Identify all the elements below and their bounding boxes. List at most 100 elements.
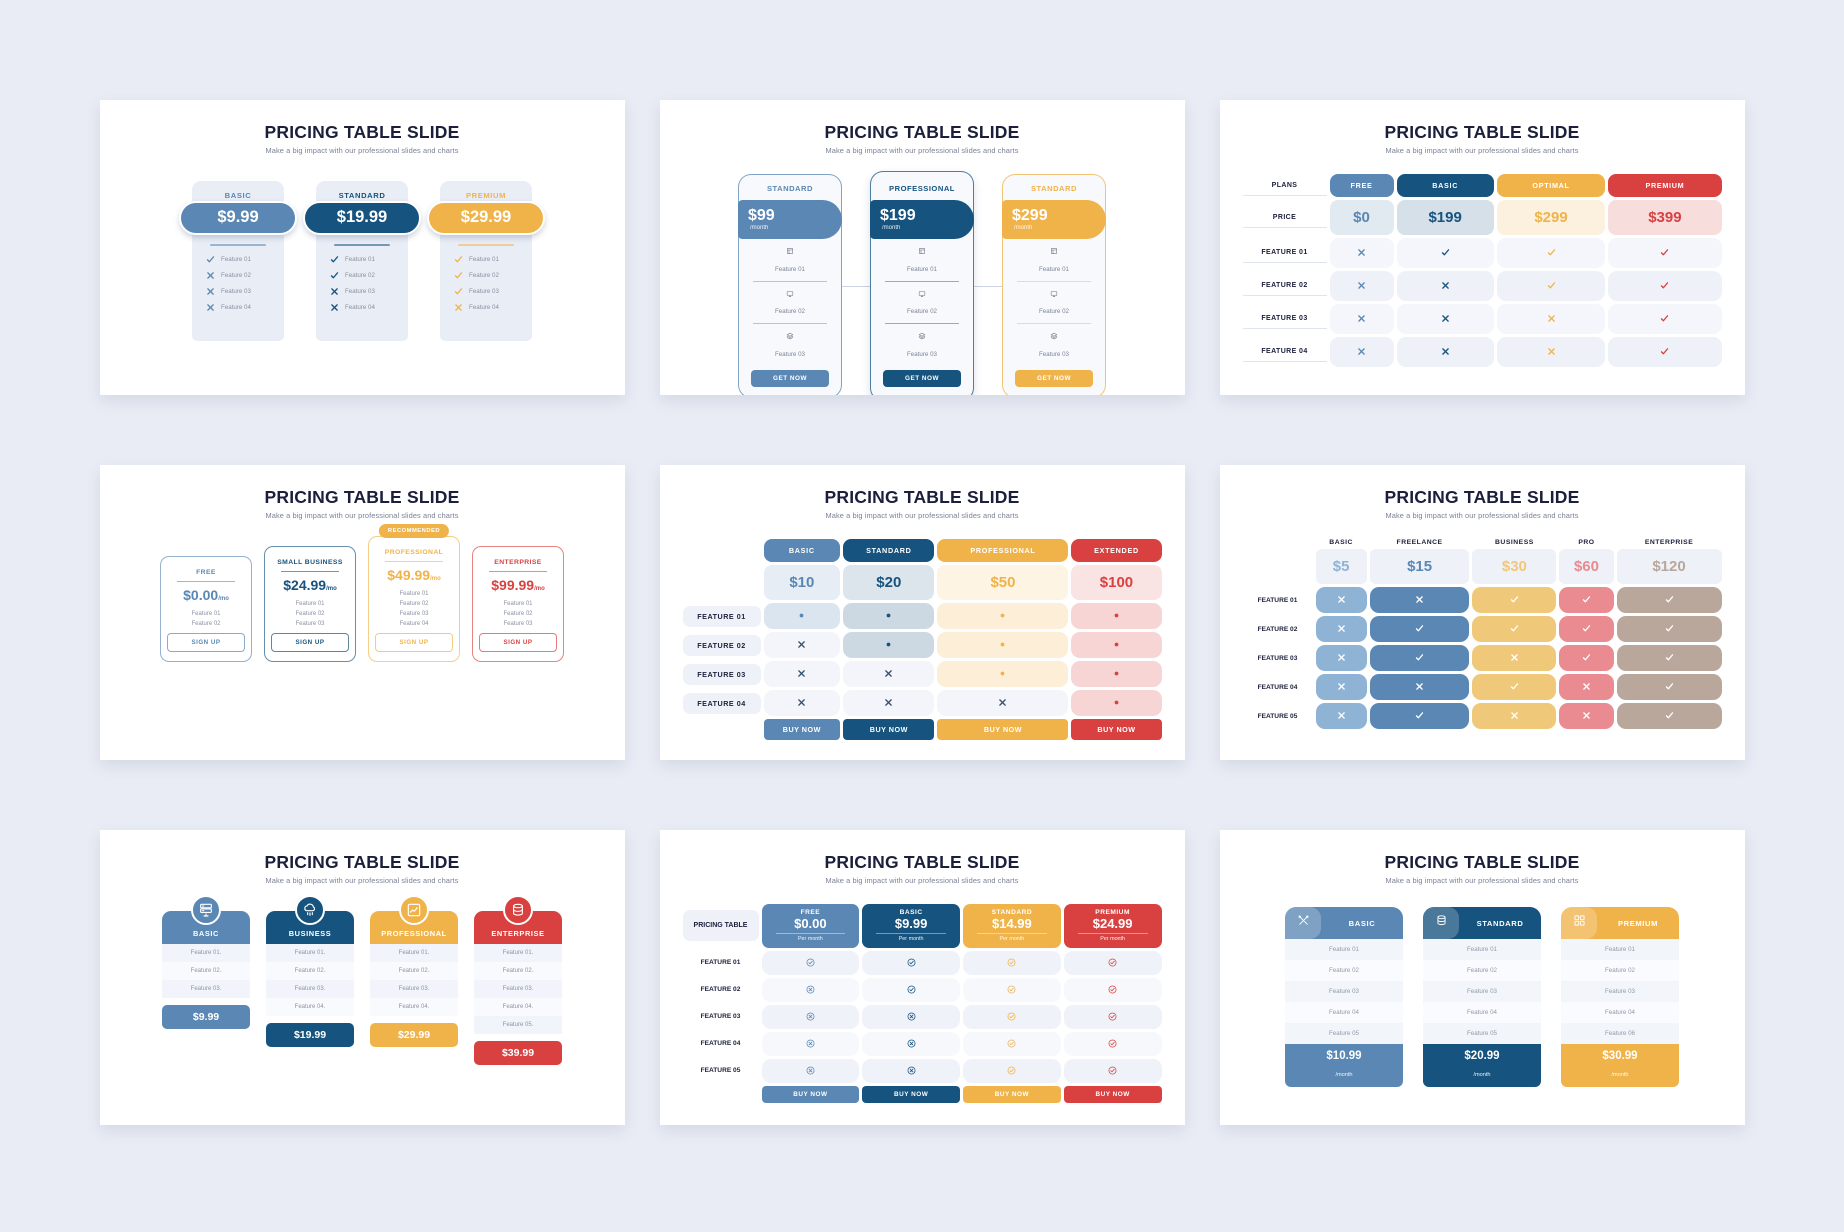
row-label: FEATURE 02 <box>682 634 761 656</box>
column-header[interactable]: FREE <box>1329 174 1394 197</box>
buy-now-button[interactable]: BUY NOW <box>1071 719 1162 740</box>
sign-up-button[interactable]: SIGN UP <box>375 633 453 652</box>
buy-now-button[interactable]: BUY NOW <box>937 719 1069 740</box>
pricing-card[interactable]: FREE $0.00/mo Feature 01 Feature 02 SIGN UP <box>160 556 252 662</box>
column-header[interactable]: FREE $0.00 Per month <box>761 904 860 948</box>
pricing-card[interactable]: PREMIUM Feature 01 Feature 02 Feature 03 Fea… <box>1561 907 1679 1087</box>
buy-now-button[interactable]: BUY NOW <box>843 719 935 740</box>
pricing-card[interactable]: PREMIUM Feature 01 Feature 02 Feature 03 Fea… <box>427 171 545 341</box>
slide-2[interactable]: PRICING TABLE SLIDE Make a big impact wit… <box>659 100 1185 395</box>
corner-label: PRICING TABLE <box>682 910 759 942</box>
pricing-card[interactable]: BUSINESS Feature 01. Feature 02. Feature 03… <box>266 895 354 1047</box>
price-period: /month <box>882 225 901 231</box>
feature-label: Feature 02 <box>1423 960 1541 981</box>
plan-row: BASIC Feature 01. Feature 02. Feature 03. $9… <box>120 895 605 1065</box>
column-header[interactable]: PREMIUM $24.99 Per month <box>1063 904 1162 948</box>
feature-label: Feature 02 <box>1561 960 1679 981</box>
column-header[interactable]: BASIC $9.99 Per month <box>862 904 960 948</box>
buy-now-button[interactable]: BUY NOW <box>963 1085 1061 1103</box>
column-header[interactable]: PREMIUM <box>1608 174 1722 197</box>
pricing-card[interactable]: STANDARD $299/month Feature 01 Feature 02 Fe… <box>1002 174 1106 395</box>
row-label: FEATURE 01 <box>700 959 741 967</box>
slide-9[interactable]: PRICING TABLE SLIDE Make a big impact wit… <box>1219 830 1745 1125</box>
price-badge[interactable]: $10.99/month <box>1285 1044 1403 1087</box>
get-now-button[interactable]: GET NOW <box>1015 370 1093 388</box>
slide-1[interactable]: PRICING TABLE SLIDE Make a big impact wit… <box>99 100 625 395</box>
slide-8[interactable]: PRICING TABLE SLIDE Make a big impact wit… <box>659 830 1185 1125</box>
mark-cell <box>1071 632 1162 658</box>
check-icon <box>1415 712 1424 719</box>
pricing-card[interactable]: BASIC Feature 01. Feature 02. Feature 03. $9… <box>162 895 250 1029</box>
table-row: FEATURE 01 <box>682 603 1162 629</box>
sign-up-button[interactable]: SIGN UP <box>479 633 557 652</box>
get-now-button[interactable]: GET NOW <box>883 370 961 388</box>
page-title: PRICING TABLE SLIDE <box>824 487 1020 507</box>
price-badge[interactable]: $30.99/month <box>1561 1044 1679 1087</box>
check-icon <box>1415 654 1424 661</box>
price-badge[interactable]: $19.99 <box>303 201 421 235</box>
column-header[interactable]: BASIC <box>763 539 841 562</box>
price-badge[interactable]: $29.99 <box>370 1023 458 1047</box>
column-header[interactable]: BASIC <box>1396 174 1494 197</box>
price-badge[interactable]: $39.99 <box>474 1041 562 1065</box>
feature-label: Feature 04. <box>266 998 354 1016</box>
table-row: BASIC STANDARD PROFESSIONAL EXTENDED <box>683 539 1162 562</box>
price-badge[interactable]: $9.99 <box>162 1005 250 1029</box>
pricing-card[interactable]: PROFESSIONAL Feature 01. Feature 02. Featur… <box>370 895 458 1047</box>
buy-now-button[interactable]: BUY NOW <box>761 1085 860 1103</box>
column-header[interactable]: OPTIMAL <box>1496 174 1606 197</box>
pricing-card[interactable]: STANDARD Feature 01 Feature 02 Feature 03 Fe… <box>303 171 421 341</box>
server-icon <box>200 903 212 917</box>
price-badge[interactable]: $29.99 <box>427 201 545 235</box>
mark-cell <box>1369 674 1470 700</box>
pricing-card[interactable]: STANDARD Feature 01 Feature 02 Feature 03 Fe… <box>1423 907 1541 1087</box>
pricing-card[interactable]: RECOMMENDED PROFESSIONAL $49.99/mo Feature … <box>368 524 460 662</box>
feature-glyph-icon <box>879 332 965 343</box>
get-now-button[interactable]: GET NOW <box>751 370 829 388</box>
mark-cell <box>937 632 1069 658</box>
cross-icon <box>1358 348 1365 355</box>
feature-label: Feature 04 <box>221 304 251 311</box>
price-badge[interactable]: $9.99 <box>179 201 297 235</box>
pricing-card[interactable]: STANDARD $99/month Feature 01 Feature 02 Fea… <box>738 174 842 395</box>
mark-cell <box>1472 703 1557 729</box>
price-period: /mo <box>326 586 337 592</box>
page-subtitle: Make a big impact with our professional … <box>1385 146 1579 155</box>
sign-up-button[interactable]: SIGN UP <box>271 633 349 652</box>
column-header[interactable]: EXTENDED <box>1071 539 1162 562</box>
sign-up-button[interactable]: SIGN UP <box>167 633 245 652</box>
buy-now-button[interactable]: BUY NOW <box>1063 1085 1162 1103</box>
slide-4[interactable]: PRICING TABLE SLIDE Make a big impact wit… <box>99 465 625 760</box>
pricing-card[interactable]: BASIC Feature 01 Feature 02 Feature 03 Featu… <box>179 171 297 341</box>
page-subtitle: Make a big impact with our professional … <box>265 876 459 885</box>
price-badge[interactable]: $20.99/month <box>1423 1044 1541 1087</box>
column-header[interactable]: PROFESSIONAL <box>937 539 1069 562</box>
price-cell: $20 <box>843 565 935 600</box>
check-circle-icon <box>1007 985 1016 994</box>
slide-deck: PRICING TABLE SLIDE Make a big impact wit… <box>0 0 1844 1232</box>
mark-cell <box>937 661 1069 687</box>
pricing-card[interactable]: BASIC Feature 01 Feature 02 Feature 03 Featu… <box>1285 907 1403 1087</box>
page-title: PRICING TABLE SLIDE <box>1384 122 1580 142</box>
buy-now-button[interactable]: BUY NOW <box>763 719 841 740</box>
pricing-card[interactable]: PROFESSIONAL $199/month Feature 01 Feature … <box>870 171 974 395</box>
feature-item: Feature 02 <box>206 271 278 280</box>
column-header[interactable]: STANDARD <box>843 539 935 562</box>
pricing-card[interactable]: SMALL BUSINESS $24.99/mo Feature 01 Feature… <box>264 546 356 662</box>
price-amount: $199 <box>880 207 916 224</box>
slide-6[interactable]: PRICING TABLE SLIDE Make a big impact wit… <box>1219 465 1745 760</box>
mark-cell <box>1063 977 1162 1002</box>
buy-now-button[interactable]: BUY NOW <box>862 1085 960 1103</box>
slide-7[interactable]: PRICING TABLE SLIDE Make a big impact wit… <box>99 830 625 1125</box>
slide-3[interactable]: PRICING TABLE SLIDE Make a big impact wit… <box>1219 100 1745 395</box>
feature-label: Feature 02. <box>162 962 250 980</box>
pricing-card[interactable]: ENTERPRISE $99.99/mo Feature 01 Feature 02 F… <box>472 546 564 662</box>
pricing-card[interactable]: ENTERPRISE Feature 01. Feature 02. Feature … <box>474 895 562 1065</box>
column-header[interactable]: STANDARD $14.99 Per month <box>963 904 1061 948</box>
feature-label: Feature 02 <box>1039 308 1069 316</box>
slide-5[interactable]: PRICING TABLE SLIDE Make a big impact wit… <box>659 465 1185 760</box>
mark-cell <box>1315 616 1367 642</box>
price-badge[interactable]: $19.99 <box>266 1023 354 1047</box>
feature-list: Feature 01. Feature 02. Feature 03. Feature… <box>370 944 458 1016</box>
plan-row: STANDARD $99/month Feature 01 Feature 02 Fea… <box>680 171 1165 395</box>
